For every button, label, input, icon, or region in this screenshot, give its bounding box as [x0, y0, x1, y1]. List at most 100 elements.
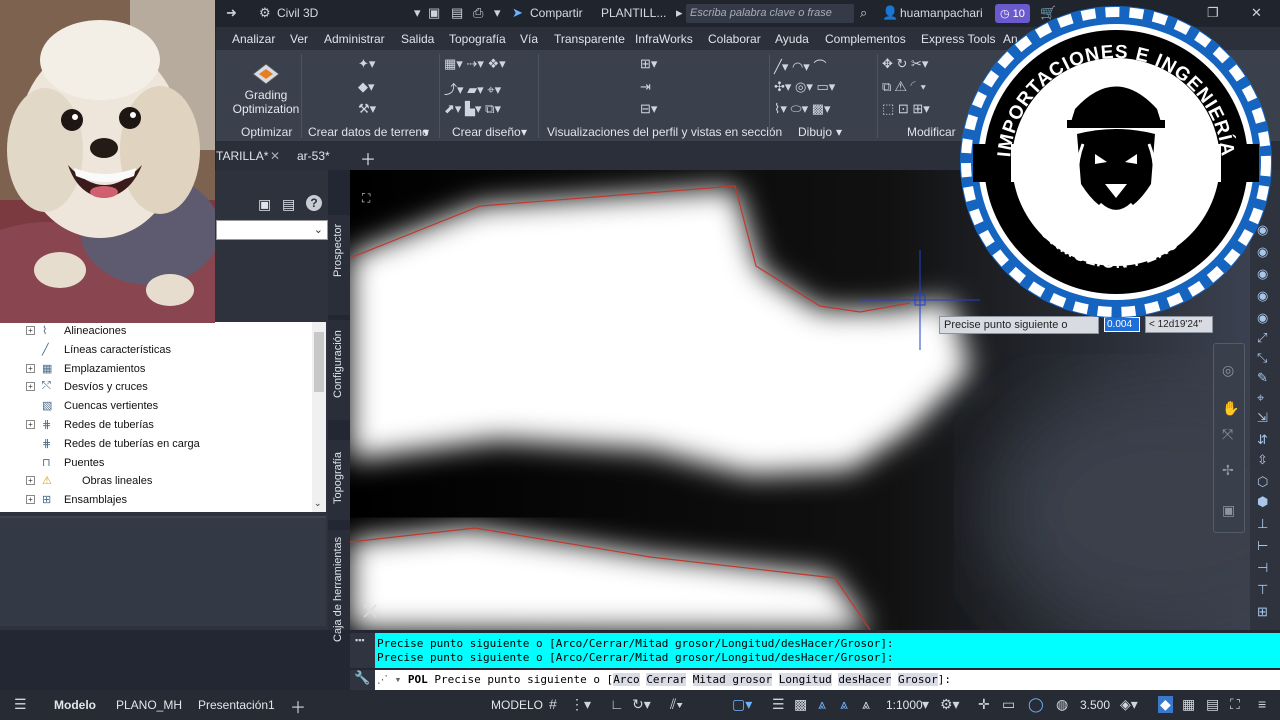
elevation-value[interactable]: 3.500	[1080, 698, 1110, 712]
annotation-scale-icon[interactable]: ⩓	[862, 696, 870, 713]
tool-icon[interactable]: ⇵	[1257, 432, 1268, 448]
transparency-icon[interactable]: ▩	[794, 696, 807, 713]
units-icon[interactable]: ▭	[1002, 696, 1015, 713]
tree-item[interactable]: + ⚠ Obras lineales	[0, 472, 310, 491]
menu-icon[interactable]: ≡	[1258, 696, 1266, 712]
chevron-down-icon[interactable]: ▾	[414, 5, 421, 21]
customization-icon[interactable]: ▤	[1206, 696, 1219, 713]
tool-icon[interactable]: ⊥	[1257, 516, 1268, 532]
annotation-scale-value[interactable]: 1:1000	[886, 698, 923, 712]
chevron-down-icon[interactable]: ▾	[423, 125, 429, 139]
orbit-icon[interactable]: ✢	[1222, 462, 1234, 479]
panel-modificar-label[interactable]: Modificar	[907, 125, 956, 139]
grid-icon[interactable]: #	[549, 696, 557, 712]
share-icon[interactable]: ➤	[512, 5, 523, 21]
tab-topografia-vertical[interactable]: Topografía	[328, 440, 350, 520]
tool-icon[interactable]: ⤡	[1257, 350, 1267, 366]
tab-ayuda[interactable]: Ayuda	[775, 32, 809, 46]
hatch-icon[interactable]: ⌇▾ ⬭▾ ▩▾	[774, 101, 831, 117]
snap-icon[interactable]: ⋮▾	[570, 696, 591, 713]
lineweight-icon[interactable]: ☰	[772, 696, 785, 713]
elevation-icon[interactable]: ◍	[1056, 696, 1068, 713]
hardware-acceleration-icon[interactable]: ◆	[1158, 696, 1173, 713]
toolspace-view-selector[interactable]: ⌄	[216, 220, 328, 240]
tree-item[interactable]: ▧ Cuencas vertientes	[0, 397, 310, 416]
pan-hand-icon[interactable]: ✋	[1222, 400, 1239, 417]
tree-item[interactable]: ⋕ Redes de tuberías en carga	[0, 435, 310, 454]
tab-presentacion1[interactable]: Presentación1	[198, 698, 275, 712]
option-deshacer[interactable]: desHacer	[838, 673, 892, 686]
section-icon[interactable]: ⇥	[640, 79, 651, 95]
isolate-objects-icon[interactable]: ◈▾	[1120, 696, 1138, 713]
point-icon[interactable]: ✦▾	[358, 56, 375, 72]
chevron-down-icon[interactable]: ▾	[922, 696, 929, 713]
annotation-visibility-icon[interactable]: ⩓	[818, 696, 826, 713]
tree-item[interactable]: + ⤲ Desvíos y cruces	[0, 378, 310, 397]
tab-plano-mh[interactable]: PLANO_MH	[116, 698, 182, 712]
add-layout-plus-icon[interactable]: ＋	[290, 694, 306, 718]
expand-plus-icon[interactable]: +	[26, 382, 35, 392]
tree-item[interactable]: + ⌇ Alineaciones	[0, 322, 310, 341]
tool-icon[interactable]: ⊤	[1257, 582, 1268, 598]
command-grip[interactable]: ▪▪▪	[350, 633, 375, 668]
quick-properties-icon[interactable]: ◯	[1028, 696, 1044, 713]
scrollbar-thumb[interactable]	[314, 332, 324, 392]
chevron-down-icon[interactable]: ⌄	[314, 223, 323, 236]
expand-plus-icon[interactable]: +	[26, 326, 35, 335]
expand-plus-icon[interactable]: +	[26, 363, 35, 373]
doc-tab-ar53[interactable]: ar-53*	[297, 149, 330, 163]
redo-arrow-icon[interactable]: ➜	[226, 5, 237, 21]
panel-perfil-label[interactable]: Visualizaciones del perfil y vistas en s…	[547, 125, 782, 139]
tree-item[interactable]: + ⋕ Redes de tuberías	[0, 416, 310, 435]
undo-icon[interactable]: ▾	[494, 5, 501, 21]
tree-item[interactable]: ╱ Líneas características	[0, 341, 310, 360]
profile-view-icon[interactable]: ⊞▾	[640, 56, 657, 72]
viewcube-mini-icon[interactable]: ⛶	[361, 191, 371, 205]
recent-commands-icon[interactable]: ⋰ ▾	[377, 673, 401, 686]
tool-icon[interactable]: ⊣	[1257, 560, 1268, 576]
tab-infraworks[interactable]: InfraWorks	[635, 32, 693, 46]
search-input[interactable]: Escriba palabra clave o frase	[686, 4, 854, 23]
circle-icon[interactable]: ✣▾ ◎▾ ▭▾	[774, 79, 835, 95]
option-arco[interactable]: Arco	[613, 673, 640, 686]
panel-terreno-label[interactable]: Crear datos de terreno	[308, 125, 429, 139]
expand-plus-icon[interactable]: +	[26, 420, 35, 429]
search-icon[interactable]: ⌕	[860, 5, 867, 21]
print-icon[interactable]: ⎙	[473, 5, 483, 21]
toolspace-view-icon[interactable]: ▣	[258, 196, 271, 213]
tab-administrar[interactable]: Administrar	[324, 32, 385, 46]
command-input[interactable]: ⋰ ▾ POL Precise punto siguiente o [Arco …	[375, 670, 1280, 690]
grading-optimization-button[interactable]: Grading Optimization	[228, 58, 304, 120]
save-icon[interactable]: ▣	[428, 5, 440, 21]
option-longitud[interactable]: Longitud	[778, 673, 832, 686]
chevron-down-icon[interactable]: ▾	[836, 125, 842, 139]
wrench-icon[interactable]: 🔧	[350, 670, 375, 690]
hamburger-menu-icon[interactable]: ☰	[14, 696, 27, 713]
tab-salida[interactable]: Salida	[401, 32, 434, 46]
help-icon[interactable]: ?	[306, 195, 322, 211]
tab-configuracion[interactable]: Configuración	[328, 320, 350, 420]
tool-icon[interactable]: ⇳	[1257, 452, 1268, 468]
tab-topografia[interactable]: Topografía	[449, 32, 506, 46]
steering-wheel-icon[interactable]: ◎	[1222, 362, 1234, 379]
clean-screen-icon[interactable]: ▦	[1182, 696, 1195, 713]
tool-icon[interactable]: ⬡	[1257, 474, 1268, 490]
tab-transparente[interactable]: Transparente	[554, 32, 625, 46]
expand-plus-icon[interactable]: +	[26, 495, 35, 505]
autoscale-icon[interactable]: ⩓	[840, 696, 848, 713]
tree-item[interactable]: + ▦ Emplazamientos	[0, 360, 310, 379]
ortho-icon[interactable]: ∟	[610, 696, 624, 712]
alignment-create-icon[interactable]: ⤴▾ ▰▾ ⌖▾	[444, 79, 501, 98]
tab-prospector[interactable]: Prospector	[328, 215, 350, 315]
tab-modelo[interactable]: Modelo	[54, 698, 96, 712]
chevron-down-icon[interactable]: ▾	[521, 125, 527, 139]
line-icon[interactable]: ╱▾ ◠▾ ⌒	[774, 56, 826, 75]
parcel-icon[interactable]: ▦▾ ⇢▾ ❖▾	[444, 56, 506, 72]
new-tab-plus-icon[interactable]: ＋	[360, 146, 376, 170]
tree-item[interactable]: + ⊞ Ensamblajes	[0, 491, 310, 510]
play-arrow-icon[interactable]: ▸	[676, 5, 683, 21]
fullscreen-icon[interactable]: ⛶	[1230, 696, 1240, 713]
option-cerrar[interactable]: Cerrar	[646, 673, 687, 686]
share-button[interactable]: Compartir	[530, 6, 583, 20]
option-grosor[interactable]: Grosor	[898, 673, 938, 686]
